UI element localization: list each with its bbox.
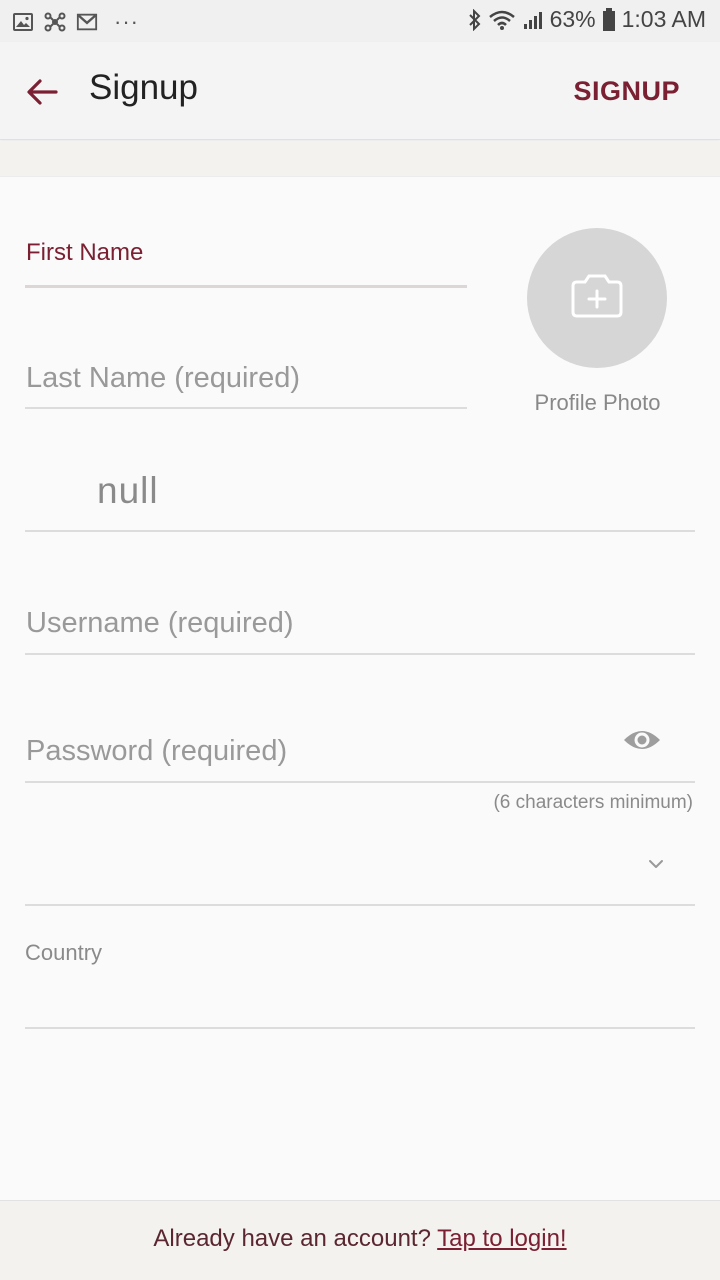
arrow-back-icon — [27, 79, 58, 105]
password-hint: (6 characters minimum) — [493, 792, 693, 813]
page-title: Signup — [89, 68, 198, 107]
tap-to-login-link[interactable]: Tap to login! — [437, 1225, 566, 1252]
username-underline — [25, 653, 695, 655]
username-field[interactable]: Username (required) — [25, 590, 695, 655]
chevron-down-icon — [649, 860, 663, 868]
dropdown-underline — [25, 904, 695, 906]
country-underline — [25, 1027, 695, 1029]
last-name-placeholder: Last Name (required) — [26, 362, 300, 394]
first-name-field[interactable]: First Name — [25, 225, 467, 288]
gallery-icon — [13, 13, 33, 31]
login-prompt-text: Already have an account? — [153, 1225, 438, 1252]
battery-icon — [602, 7, 615, 31]
last-name-field[interactable]: Last Name (required) — [25, 345, 467, 409]
status-bar: ··· 63% 1:03 AM — [0, 0, 720, 42]
clock: 1:03 AM — [621, 6, 706, 32]
wifi-icon — [488, 10, 515, 30]
country-label: Country — [25, 940, 103, 965]
signup-button[interactable]: SIGNUP — [573, 76, 680, 107]
battery-percent: 63% — [549, 6, 596, 32]
add-photo-icon — [571, 274, 623, 318]
password-underline — [25, 781, 695, 783]
null-field-underline — [25, 530, 695, 532]
first-name-label: First Name — [26, 239, 144, 266]
gmail-icon — [76, 13, 98, 31]
bluetooth-icon — [468, 8, 480, 31]
password-placeholder: Password (required) — [26, 735, 288, 767]
profile-photo-label: Profile Photo — [534, 390, 661, 415]
profile-photo-button[interactable] — [527, 228, 667, 368]
app-bar: Signup SIGNUP — [0, 42, 720, 140]
last-name-underline — [25, 407, 467, 409]
status-bar-notifications: ··· — [12, 9, 139, 35]
login-prompt: Already have an account? Tap to login! — [153, 1225, 566, 1253]
back-button[interactable] — [22, 72, 62, 112]
login-footer: Already have an account? Tap to login! — [0, 1200, 720, 1280]
first-name-underline — [25, 285, 467, 288]
null-value-text: null — [97, 470, 159, 511]
null-value-field[interactable]: null — [25, 460, 695, 532]
more-notifications-icon: ··· — [114, 9, 139, 34]
hub-icon — [44, 12, 66, 32]
username-placeholder: Username (required) — [26, 607, 294, 639]
password-field[interactable]: Password (required) — [25, 718, 695, 783]
eye-icon[interactable] — [622, 726, 662, 754]
signal-icon — [523, 11, 542, 29]
status-bar-system: 63% 1:03 AM — [468, 6, 706, 33]
header-separator — [0, 141, 720, 177]
dropdown-field[interactable] — [25, 835, 695, 906]
country-field[interactable]: Country — [25, 930, 695, 1029]
